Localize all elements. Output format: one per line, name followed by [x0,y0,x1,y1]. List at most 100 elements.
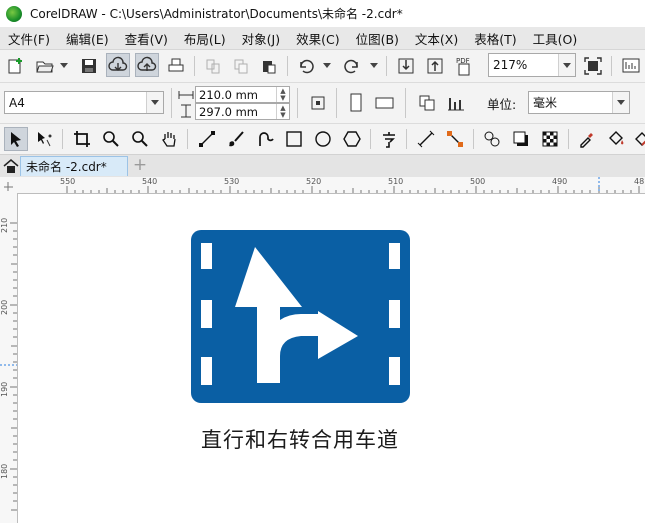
cut-button[interactable] [201,54,225,78]
page-height-input[interactable]: 297.0 mm ▲ ▼ [195,103,290,120]
menu-tools[interactable]: 工具(O) [525,29,586,48]
polygon-tool-button[interactable] [340,127,364,151]
ruler-options-icon [622,58,640,73]
tab-document[interactable]: 未命名 -2.cdr* [20,156,128,176]
transparency-button[interactable] [538,127,562,151]
toolbar-separator [473,129,474,149]
export-cloud-button[interactable] [135,53,159,77]
page-size-value: A4 [9,95,25,110]
menu-text[interactable]: 文本(X) [407,29,466,48]
ruler-origin[interactable] [0,177,18,194]
cut-icon [206,59,220,74]
paste-button[interactable] [257,54,281,78]
blend-icon [484,131,500,147]
smart-fill-button[interactable] [630,127,645,151]
landscape-button[interactable] [373,91,397,115]
ellipse-icon [315,131,331,147]
page-width-stepper[interactable]: ▲ ▼ [276,87,289,102]
zoom-dropdown-button[interactable] [558,54,575,76]
document-tab-label: 未命名 -2.cdr* [26,160,107,174]
open-button[interactable] [33,54,57,78]
toolbar-separator [62,129,63,149]
menu-table[interactable]: 表格(T) [466,29,524,48]
freehand-tool-button[interactable] [195,127,219,151]
menu-object[interactable]: 对象(J) [234,29,288,48]
page-width-input[interactable]: 210.0 mm ▲ ▼ [195,86,290,103]
redo-dropdown-icon[interactable] [370,63,378,68]
shape-edit-icon [38,132,52,147]
toolbar-separator [336,88,337,118]
home-icon[interactable] [3,159,19,173]
rectangle-tool-button[interactable] [282,127,306,151]
pdf-icon: PDF [456,57,470,76]
crop-tool-button[interactable] [70,127,94,151]
artistic-media-button[interactable] [224,127,248,151]
full-screen-icon [584,57,602,75]
window-title: CorelDRAW - C:\Users\Administrator\Docum… [30,7,403,21]
options-button[interactable] [619,54,643,78]
menu-file[interactable]: 文件(F) [0,29,58,48]
all-pages-button[interactable] [306,91,330,115]
vertical-ruler[interactable]: 210 200 190 180 [0,193,18,523]
new-tab-button[interactable]: + [131,157,149,175]
page-size-dropdown-button[interactable] [146,92,163,113]
paste-icon [263,61,276,74]
fill-tool-button[interactable] [604,127,628,151]
toolbar-separator [171,88,172,118]
portrait-button[interactable] [344,91,368,115]
horizontal-ruler[interactable]: 550 540 530 520 510 500 490 48 [17,177,645,194]
drop-shadow-button[interactable] [509,127,533,151]
undo-dropdown-icon[interactable] [323,63,331,68]
title-bar: CorelDRAW - C:\Users\Administrator\Docum… [0,0,645,27]
pick-tool-button[interactable] [4,127,28,151]
pen-tool-button[interactable] [253,127,277,151]
units-dropdown-button[interactable] [612,92,629,113]
import-button[interactable] [394,54,418,78]
menu-layout[interactable]: 布局(L) [176,29,234,48]
dimension-tool-button[interactable] [414,127,438,151]
zoom-tool-button[interactable] [99,127,123,151]
redo-button[interactable] [340,54,364,78]
menu-bitmaps[interactable]: 位图(B) [348,29,407,48]
bleed-button[interactable] [444,91,468,115]
hexagon-icon [343,131,361,147]
print-button[interactable] [164,54,188,78]
ruler-label: 48 [634,177,645,186]
toolbar-separator [187,129,188,149]
sign-caption[interactable]: 直行和右转合用车道 [170,424,430,454]
publish-pdf-button[interactable]: PDF [452,54,476,78]
menu-effects[interactable]: 效果(C) [288,29,347,48]
shape-tool-button[interactable] [33,127,57,151]
menu-edit[interactable]: 编辑(E) [58,29,117,48]
units-label: 单位: [487,97,517,112]
lane-sign-graphic[interactable] [191,230,410,403]
menu-view[interactable]: 查看(V) [117,29,176,48]
full-screen-button[interactable] [581,54,605,78]
export-button[interactable] [423,54,447,78]
copy-button[interactable] [229,54,253,78]
units-combo[interactable]: 毫米 [528,91,630,114]
ruler-label: 180 [0,463,9,479]
ruler-label: 510 [388,177,404,186]
connector-tool-button[interactable] [443,127,467,151]
page-height-value: 297.0 mm [199,104,258,119]
text-tool-button[interactable] [377,127,401,151]
zoom-out-button[interactable] [128,127,152,151]
undo-button[interactable] [294,54,318,78]
eyedropper-button[interactable] [575,127,599,151]
import-cloud-button[interactable] [106,53,130,77]
page-height-stepper[interactable]: ▲ ▼ [276,104,289,119]
page-size-combo[interactable]: A4 [4,91,164,114]
pan-tool-button[interactable] [157,127,181,151]
zoom-level-combo[interactable]: 217% [488,53,576,77]
redo-icon [344,59,358,74]
open-dropdown-icon[interactable] [60,63,68,68]
cloud-download-icon [108,56,128,71]
new-document-button[interactable] [4,54,28,78]
text-character-icon [383,132,395,148]
ellipse-tool-button[interactable] [311,127,335,151]
current-page-size-button[interactable] [415,91,439,115]
blend-tool-button[interactable] [480,127,504,151]
import-icon [398,58,414,74]
save-button[interactable] [77,54,101,78]
